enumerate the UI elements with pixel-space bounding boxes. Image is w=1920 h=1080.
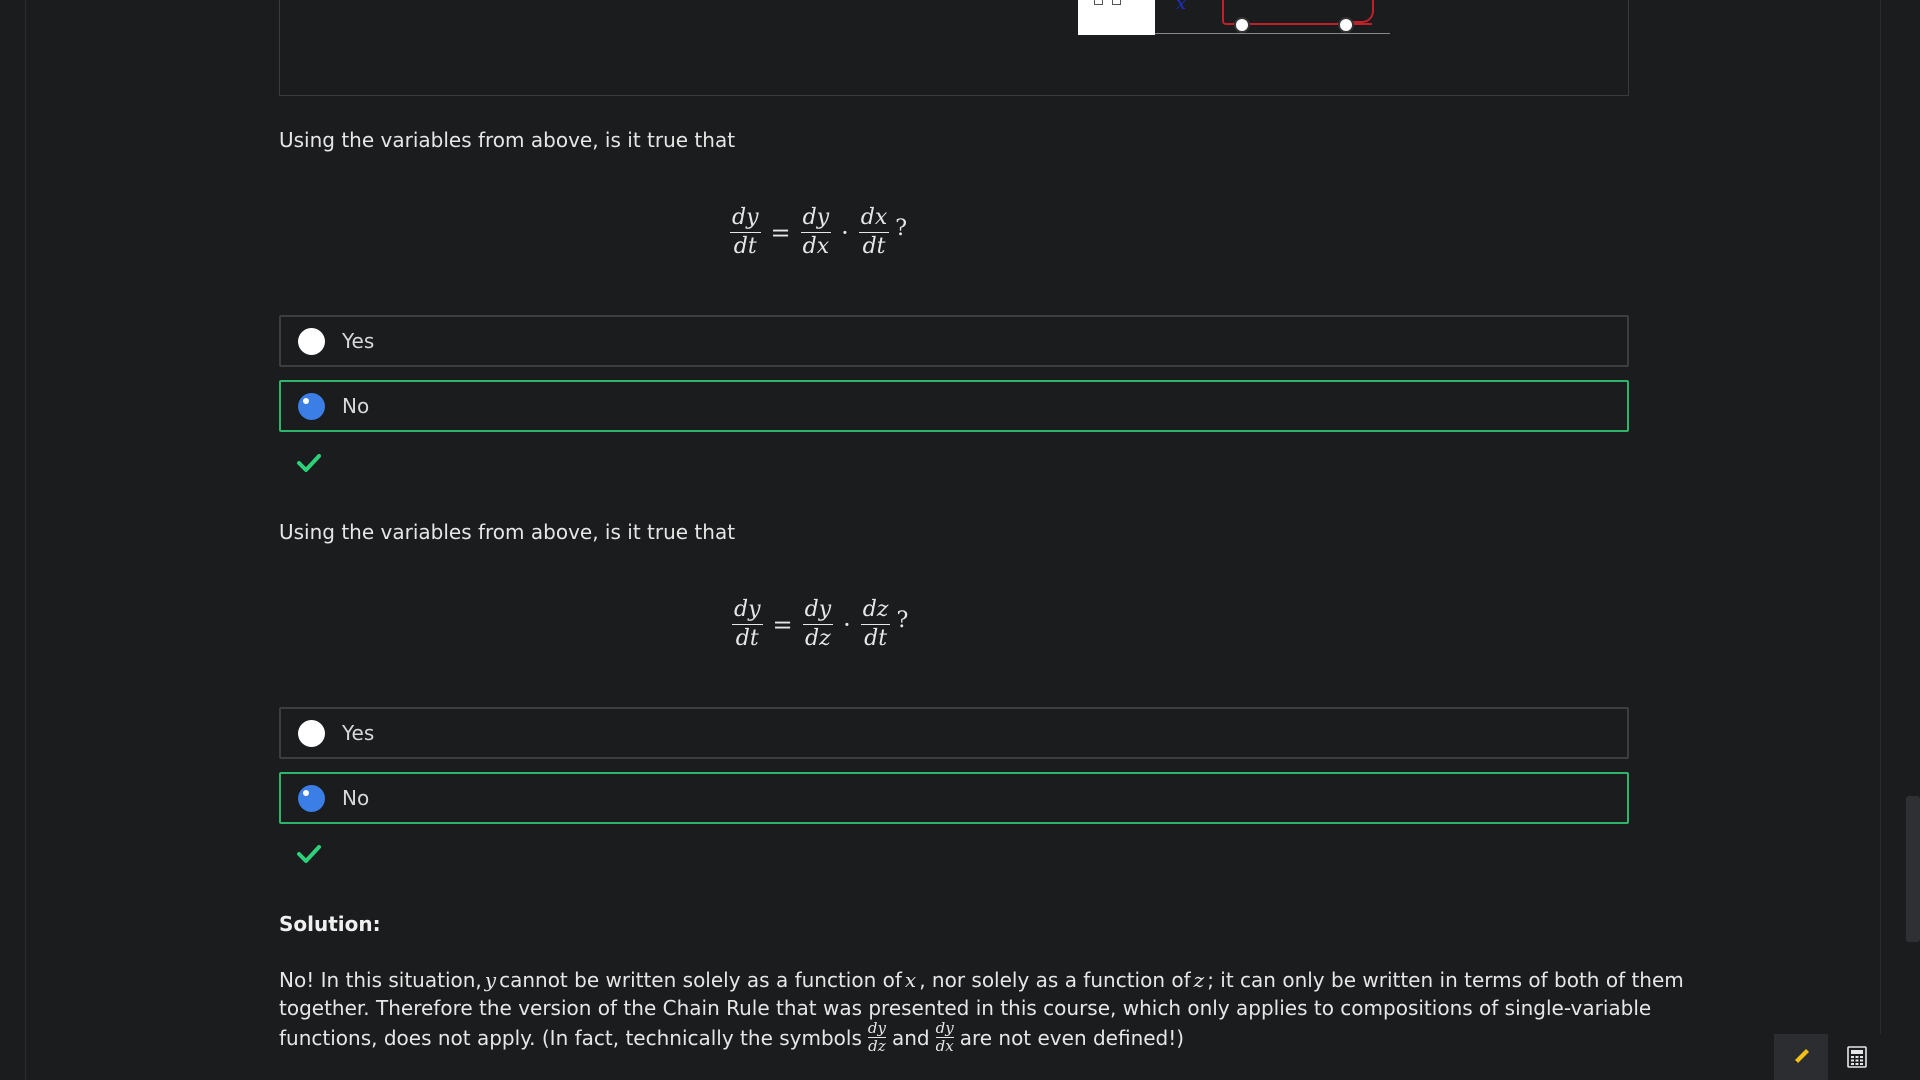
denominator: dt — [862, 234, 886, 259]
fraction: dx dt — [858, 204, 890, 261]
solution-text: No! In this situation, — [279, 968, 482, 992]
solution-text: , nor solely as a function of — [919, 968, 1191, 992]
solution-line-2: together. Therefore the version of the C… — [279, 996, 1652, 1020]
numerator: dy — [804, 597, 832, 622]
figure-axis-line — [1155, 33, 1390, 34]
calculator-button[interactable] — [1830, 1034, 1884, 1080]
question-mark: ? — [896, 608, 909, 633]
figure-point[interactable] — [1234, 17, 1250, 33]
calculator-icon — [1847, 1046, 1867, 1068]
dot-operator: · — [843, 610, 851, 639]
question-2-option-no[interactable]: No — [279, 772, 1629, 824]
denominator: dz — [805, 626, 831, 651]
fraction: dy dx — [800, 204, 832, 261]
solution-text: cannot be written solely as a function o… — [499, 968, 902, 992]
numerator: dy — [732, 205, 759, 230]
denominator: dt — [733, 234, 757, 259]
denominator: dt — [864, 626, 888, 651]
radio-button[interactable] — [298, 327, 325, 355]
solution-line-1: No! In this situation, y cannot be writt… — [279, 968, 1684, 992]
figure-axis-label: x — [1176, 0, 1187, 14]
option-label: Yes — [342, 721, 375, 745]
pencil-icon — [1794, 1049, 1809, 1064]
fraction: dy dt — [730, 204, 761, 261]
question-2-prompt: Using the variables from above, is it tr… — [279, 520, 736, 544]
equals-sign: = — [772, 610, 793, 639]
radio-button-selected[interactable] — [298, 784, 325, 812]
figure-small-square — [1094, 0, 1103, 5]
pencil-button[interactable] — [1774, 1034, 1828, 1080]
figure-block — [1078, 0, 1155, 35]
solution-text: and — [891, 1025, 930, 1050]
option-label: No — [342, 786, 370, 810]
solution-heading: Solution: — [279, 912, 381, 936]
numerator: dx — [860, 205, 888, 230]
question-mark: ? — [895, 216, 908, 241]
denominator: dx — [935, 1037, 954, 1055]
solution-text: ; it can only be written in terms of bot… — [1207, 968, 1684, 992]
numerator: dy — [734, 597, 761, 622]
question-1-equation: dy dt = dy dx · dx dt ? — [726, 204, 907, 261]
checkmark-icon — [297, 454, 321, 472]
question-1-option-no[interactable]: No — [279, 380, 1629, 432]
inline-fraction: dy dz — [867, 1019, 886, 1055]
radio-button[interactable] — [298, 719, 325, 747]
numerator: dy — [935, 1019, 954, 1037]
numerator: dy — [867, 1019, 886, 1037]
scrollbar-thumb[interactable] — [1906, 796, 1920, 942]
denominator: dx — [802, 234, 830, 259]
question-1-prompt: Using the variables from above, is it tr… — [279, 128, 736, 152]
option-label: Yes — [342, 329, 375, 353]
figure-small-square — [1112, 0, 1121, 5]
radio-button-selected[interactable] — [298, 392, 325, 420]
fraction: dz dt — [860, 596, 891, 653]
figure-point[interactable] — [1338, 17, 1354, 33]
question-2-option-yes[interactable]: Yes — [279, 707, 1629, 759]
figure-panel: x — [279, 0, 1629, 96]
dot-operator: · — [841, 218, 849, 247]
solution-text: are not even defined!) — [959, 1025, 1185, 1050]
denominator: dt — [735, 626, 759, 651]
numerator: dz — [862, 597, 889, 622]
fraction: dy dt — [732, 596, 763, 653]
question-1-option-yes[interactable]: Yes — [279, 315, 1629, 367]
equals-sign: = — [770, 218, 791, 247]
checkmark-icon — [297, 845, 321, 863]
option-label: No — [342, 394, 370, 418]
math-variable: y — [484, 968, 497, 992]
left-gutter — [0, 0, 26, 1080]
denominator: dz — [868, 1037, 886, 1055]
math-variable: x — [904, 968, 917, 992]
fraction: dy dz — [802, 596, 834, 653]
inline-fraction: dy dx — [935, 1019, 954, 1055]
solution-text: functions, does not apply. (In fact, tec… — [279, 1025, 862, 1050]
math-variable: z — [1193, 968, 1205, 992]
question-2-equation: dy dt = dy dz · dz dt ? — [728, 596, 908, 653]
solution-line-3: functions, does not apply. (In fact, tec… — [279, 1020, 1184, 1055]
numerator: dy — [802, 205, 830, 230]
